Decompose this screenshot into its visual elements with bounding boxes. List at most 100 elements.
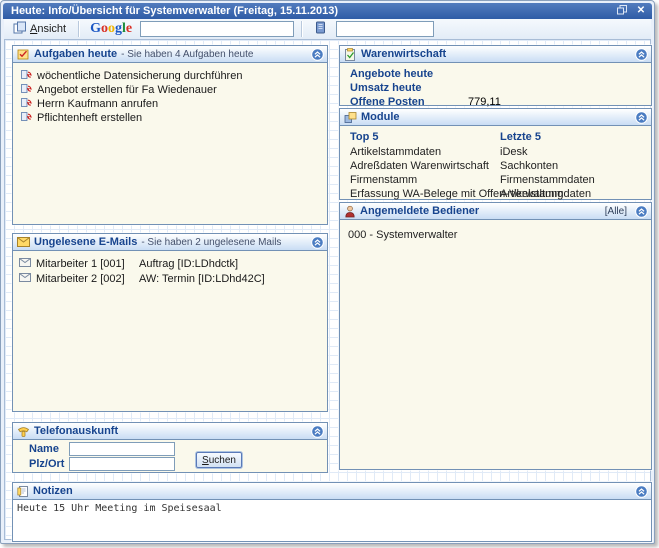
restore-icon [617,5,627,18]
close-icon: ✕ [637,6,645,16]
panel-subtitle: - Sie haben 4 Aufgaben heute [121,49,253,60]
plzort-input[interactable] [69,457,175,471]
toolbar-separator [78,21,80,37]
email-item[interactable]: Mitarbeiter 2 [002] AW: Termin [ID:LDhd4… [19,272,327,286]
collapse-button[interactable] [635,48,648,61]
chevron-up-icon [311,425,324,438]
window-title: Heute: Info/Übersicht für Systemverwalte… [11,5,338,17]
package-icon [344,111,357,124]
stat-label: Umsatz heute [350,82,468,94]
panel-title: Ungelesene E-Mails [34,236,137,248]
collapse-button[interactable] [635,485,648,498]
clipboard-icon [344,48,357,61]
phonebook-lookup-input[interactable] [336,21,434,37]
aufgaben-list: wöchentliche Datensicherung durchführen … [13,69,327,124]
envelope-icon [19,273,31,285]
chevron-up-icon [635,485,648,498]
stat-row[interactable]: Angebote heute [350,67,651,81]
suchen-button[interactable]: Suchen [196,452,242,468]
task-item[interactable]: wöchentliche Datensicherung durchführen [21,69,327,82]
envelope-icon [19,258,31,270]
phonebook-button[interactable] [310,19,331,39]
panel-header-telefon: Telefonauskunft [13,423,327,440]
collapse-button[interactable] [311,425,324,438]
mail-icon [17,237,30,247]
panel-title: Warenwirtschaft [361,48,446,60]
app-window: Heute: Info/Übersicht für Systemverwalte… [0,0,655,544]
email-list: Mitarbeiter 1 [001] Auftrag [ID:LDhdctk]… [13,257,327,286]
alle-link[interactable]: [Alle] [605,206,627,217]
google-search-input[interactable] [140,21,294,37]
panel-title: Aufgaben heute [34,48,117,60]
notes-textarea[interactable]: Heute 15 Uhr Meeting im Speisesaal [13,500,651,541]
panel-header-emails: Ungelesene E-Mails - Sie haben 2 ungeles… [13,234,327,251]
email-subject: Auftrag [ID:LDhdctk] [139,258,238,270]
collapse-button[interactable] [311,236,324,249]
task-icon [21,69,32,83]
name-label: Name [29,443,69,455]
column-header: Letzte 5 [500,131,639,146]
panel-title: Telefonauskunft [34,425,118,437]
panel-aufgaben-heute: Aufgaben heute - Sie haben 4 Aufgaben he… [12,45,328,225]
stat-label: Offene Posten [350,96,468,108]
chevron-up-icon [311,48,324,61]
panel-header-notizen: Notizen [13,483,651,500]
email-sender: Mitarbeiter 1 [001] [36,258,134,270]
email-sender: Mitarbeiter 2 [002] [36,273,134,285]
email-subject: AW: Termin [ID:LDhd42C] [139,273,265,285]
collapse-button[interactable] [635,111,648,124]
task-icon [21,97,32,111]
chevron-up-icon [635,48,648,61]
module-link[interactable]: Artikelstammdaten [500,188,639,202]
panel-notizen: Notizen Heute 15 Uhr Meeting im Speisesa… [12,482,652,542]
name-input[interactable] [69,442,175,456]
panel-title: Notizen [33,485,73,497]
module-link[interactable]: Sachkonten [500,160,639,174]
ansicht-button[interactable]: Ansicht [8,19,71,39]
task-label: Herrn Kaufmann anrufen [37,98,158,110]
toolbar-separator [301,21,303,37]
panel-header-bediener: Angemeldete Bediener [Alle] [340,203,651,220]
chevron-up-icon [635,111,648,124]
panel-header-aufgaben: Aufgaben heute - Sie haben 4 Aufgaben he… [13,46,327,63]
email-item[interactable]: Mitarbeiter 1 [001] Auftrag [ID:LDhdctk] [19,257,327,271]
task-item[interactable]: Pflichtenheft erstellen [21,111,327,124]
desktop-area: Aufgaben heute - Sie haben 4 Aufgaben he… [4,39,651,540]
panel-telefonauskunft: Telefonauskunft Name Plz/Ort Suchen [12,422,328,473]
task-icon [21,83,32,97]
view-icon [13,21,27,37]
user-icon [344,205,356,218]
module-link[interactable]: iDesk [500,146,639,160]
task-item[interactable]: Herrn Kaufmann anrufen [21,97,327,110]
stat-row[interactable]: Offene Posten 779,11 [350,95,651,109]
module-link[interactable]: Firmenstammdaten [500,174,639,188]
task-label: Pflichtenheft erstellen [37,112,142,124]
module-link[interactable]: Adreßdaten Warenwirtschaft [350,160,500,174]
panel-header-warenwirtschaft: Warenwirtschaft [340,46,651,63]
bediener-item[interactable]: 000 - Systemverwalter [348,229,651,241]
task-icon [21,111,32,125]
restore-button[interactable] [615,5,629,17]
module-link[interactable]: Artikelstammdaten [350,146,500,160]
task-label: Angebot erstellen für Fa Wiedenauer [37,84,217,96]
task-item[interactable]: Angebot erstellen für Fa Wiedenauer [21,83,327,96]
stat-row[interactable]: Umsatz heute [350,81,651,95]
notes-icon [17,485,29,498]
panel-header-module: Module [340,109,651,126]
collapse-button[interactable] [635,205,648,218]
chevron-up-icon [635,205,648,218]
close-button[interactable]: ✕ [634,5,648,17]
panel-angemeldete-bediener: Angemeldete Bediener [Alle] 000 - System… [339,202,652,470]
module-link[interactable]: Firmenstamm [350,174,500,188]
ansicht-label: Ansicht [30,23,66,35]
plzort-label: Plz/Ort [29,458,69,470]
module-link[interactable]: Erfassung WA-Belege mit Offen-Verwaltung [350,188,500,202]
panel-subtitle: - Sie haben 2 ungelesene Mails [141,237,281,248]
panel-module: Module Top 5 Artikelstammdaten Adreßdate… [339,108,652,200]
panel-ungelesene-emails: Ungelesene E-Mails - Sie haben 2 ungeles… [12,233,328,412]
panel-title: Module [361,111,400,123]
titlebar: Heute: Info/Übersicht für Systemverwalte… [3,3,652,19]
collapse-button[interactable] [311,48,324,61]
panel-title: Angemeldete Bediener [360,205,479,217]
chevron-up-icon [311,236,324,249]
